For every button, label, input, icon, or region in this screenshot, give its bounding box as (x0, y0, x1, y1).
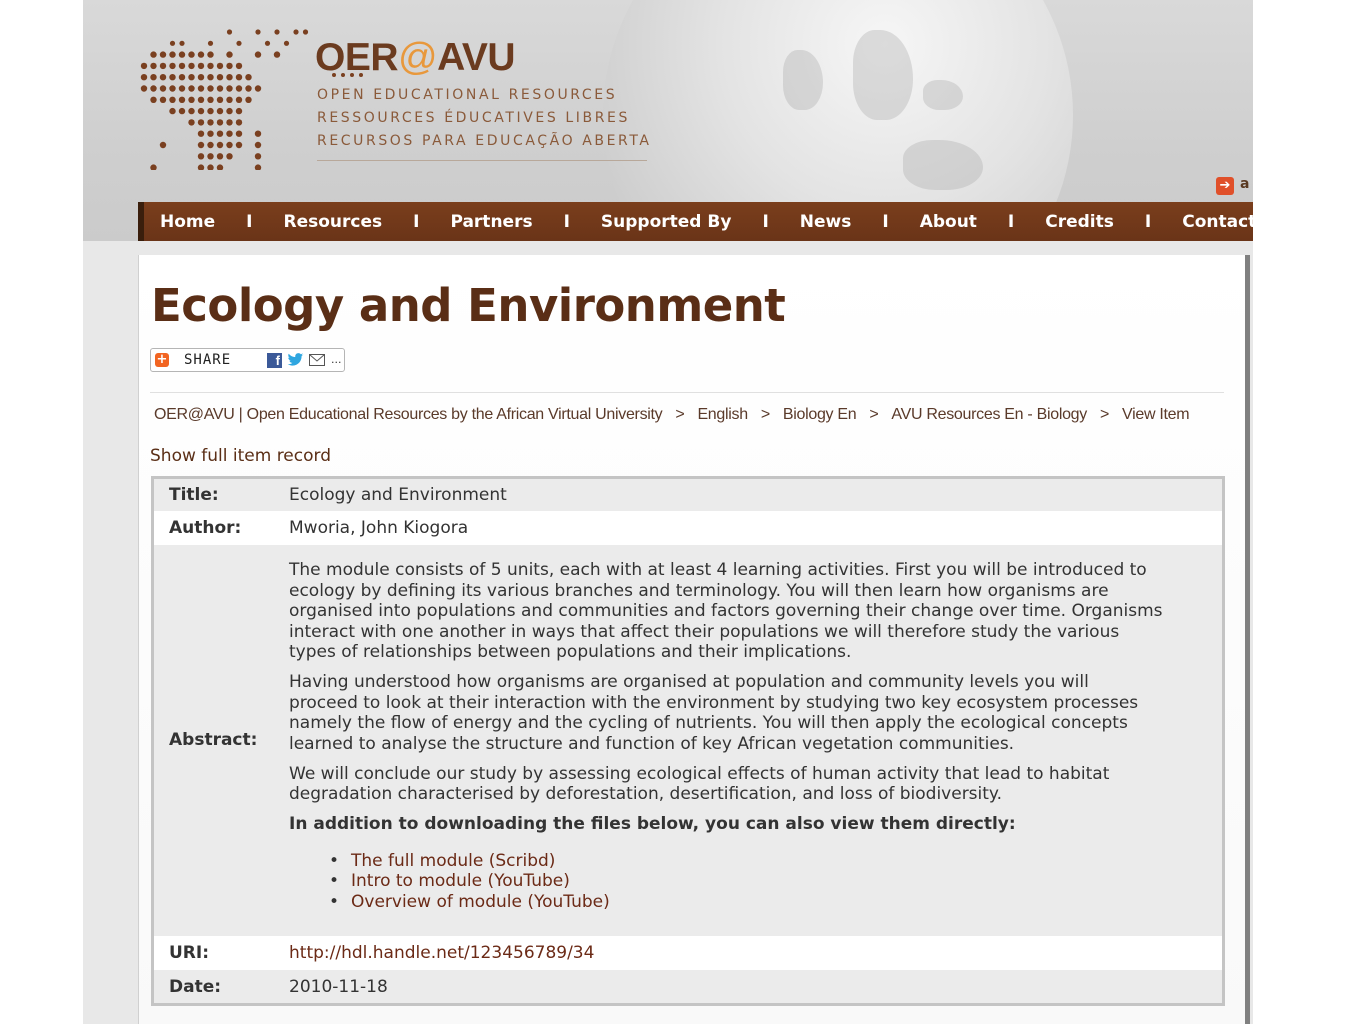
nav-separator: I (882, 211, 889, 232)
content-shadow (1245, 255, 1250, 1024)
facebook-icon[interactable]: f (267, 353, 282, 368)
nav-separator: I (246, 211, 253, 232)
author-label: Author: (169, 518, 242, 538)
tagline-english: OPEN EDUCATIONAL RESOURCES (317, 87, 618, 103)
breadcrumb: OER@AVU | Open Educational Resources by … (154, 406, 1190, 424)
breadcrumb-biology[interactable]: Biology En (783, 406, 857, 423)
main-nav: Home I Resources I Partners I Supported … (138, 202, 1253, 241)
nav-home[interactable]: Home (160, 212, 215, 232)
youtube-intro-link[interactable]: Intro to module (YouTube) (351, 871, 570, 891)
nav-about[interactable]: About (920, 212, 977, 232)
nav-news[interactable]: News (800, 212, 852, 232)
title-value: Ecology and Environment (289, 485, 507, 505)
list-item: • The full module (Scribd) (329, 850, 556, 871)
nav-separator: I (1144, 211, 1152, 232)
share-label: SHARE (184, 352, 232, 368)
email-icon[interactable] (309, 354, 325, 366)
abstract-paragraph: We will conclude our study by assessing … (289, 763, 1110, 805)
share-button[interactable]: + SHARE f ... (150, 348, 345, 372)
list-item: • Overview of module (YouTube) (329, 891, 610, 912)
table-row-abstract: Abstract: The module consists of 5 units… (154, 545, 1222, 936)
nav-separator: I (1007, 211, 1015, 232)
item-metadata-table: Title: Ecology and Environment Author: M… (151, 476, 1225, 1006)
nav-resources[interactable]: Resources (283, 212, 382, 232)
breadcrumb-separator: > (869, 406, 879, 423)
breadcrumb-home[interactable]: OER@AVU | Open Educational Resources by … (154, 406, 663, 423)
nav-separator: I (762, 211, 769, 232)
tagline-portuguese: RECURSOS PARA EDUCAÇÃO ABERTA (317, 133, 652, 149)
view-directly-heading: In addition to downloading the files bel… (289, 814, 1016, 834)
show-full-record-link[interactable]: Show full item record (150, 446, 331, 466)
africa-logo-icon (140, 29, 309, 170)
youtube-overview-link[interactable]: Overview of module (YouTube) (351, 892, 610, 912)
tagline-divider (317, 160, 647, 161)
abstract-value: The module consists of 5 units, each wit… (289, 560, 1163, 912)
breadcrumb-separator: > (760, 406, 770, 423)
nav-supported-by[interactable]: Supported By (601, 212, 732, 232)
nav-separator: I (413, 211, 420, 232)
more-options-icon[interactable]: ... (331, 353, 342, 366)
abstract-paragraph: The module consists of 5 units, each wit… (289, 560, 1163, 662)
scribd-module-link[interactable]: The full module (Scribd) (351, 851, 555, 871)
date-value: 2010-11-18 (289, 977, 388, 997)
breadcrumb-english[interactable]: English (697, 406, 748, 423)
main-content: Ecology and Environment + SHARE f ... OE… (138, 255, 1246, 1024)
author-value: Mworia, John Kiogora (289, 518, 469, 538)
table-row-author: Author: Mworia, John Kiogora (154, 511, 1222, 545)
page: OER@AVU OPEN EDUCATIONAL RESOURCES RESSO… (83, 0, 1253, 1024)
breadcrumb-avu-resources[interactable]: AVU Resources En - Biology (891, 406, 1087, 423)
tagline-french: RESSOURCES ÉDUCATIVES LIBRES (317, 110, 630, 126)
view-links-list: • The full module (Scribd) • Intro to modu… (289, 851, 1163, 913)
table-row-date: Date: 2010-11-18 (154, 970, 1222, 1003)
uri-label: URI: (169, 943, 210, 963)
nav-partners[interactable]: Partners (450, 212, 532, 232)
table-row-title: Title: Ecology and Environment (154, 479, 1222, 511)
title-label: Title: (169, 485, 219, 505)
breadcrumb-divider (150, 392, 1224, 393)
login-link[interactable]: a (1240, 176, 1249, 192)
abstract-label: Abstract: (169, 730, 258, 750)
brand-logo-text[interactable]: OER@AVU (315, 36, 516, 80)
abstract-paragraph: Having understood how organisms are orga… (289, 672, 1139, 754)
table-row-uri: URI: http://hdl.handle.net/123456789/34 (154, 936, 1222, 970)
page-title: Ecology and Environment (151, 279, 786, 332)
breadcrumb-current: View Item (1122, 406, 1190, 423)
breadcrumb-separator: > (675, 406, 685, 423)
date-label: Date: (169, 977, 222, 997)
nav-credits[interactable]: Credits (1045, 212, 1114, 232)
uri-link[interactable]: http://hdl.handle.net/123456789/34 (289, 943, 594, 963)
breadcrumb-separator: > (1099, 406, 1110, 423)
nav-separator: I (563, 211, 570, 232)
plus-icon: + (155, 352, 169, 367)
login-arrow-icon[interactable]: ➔ (1216, 177, 1234, 195)
twitter-icon[interactable] (287, 352, 304, 368)
list-item: • Intro to module (YouTube) (329, 871, 570, 891)
nav-contact[interactable]: Contact (1182, 212, 1253, 232)
